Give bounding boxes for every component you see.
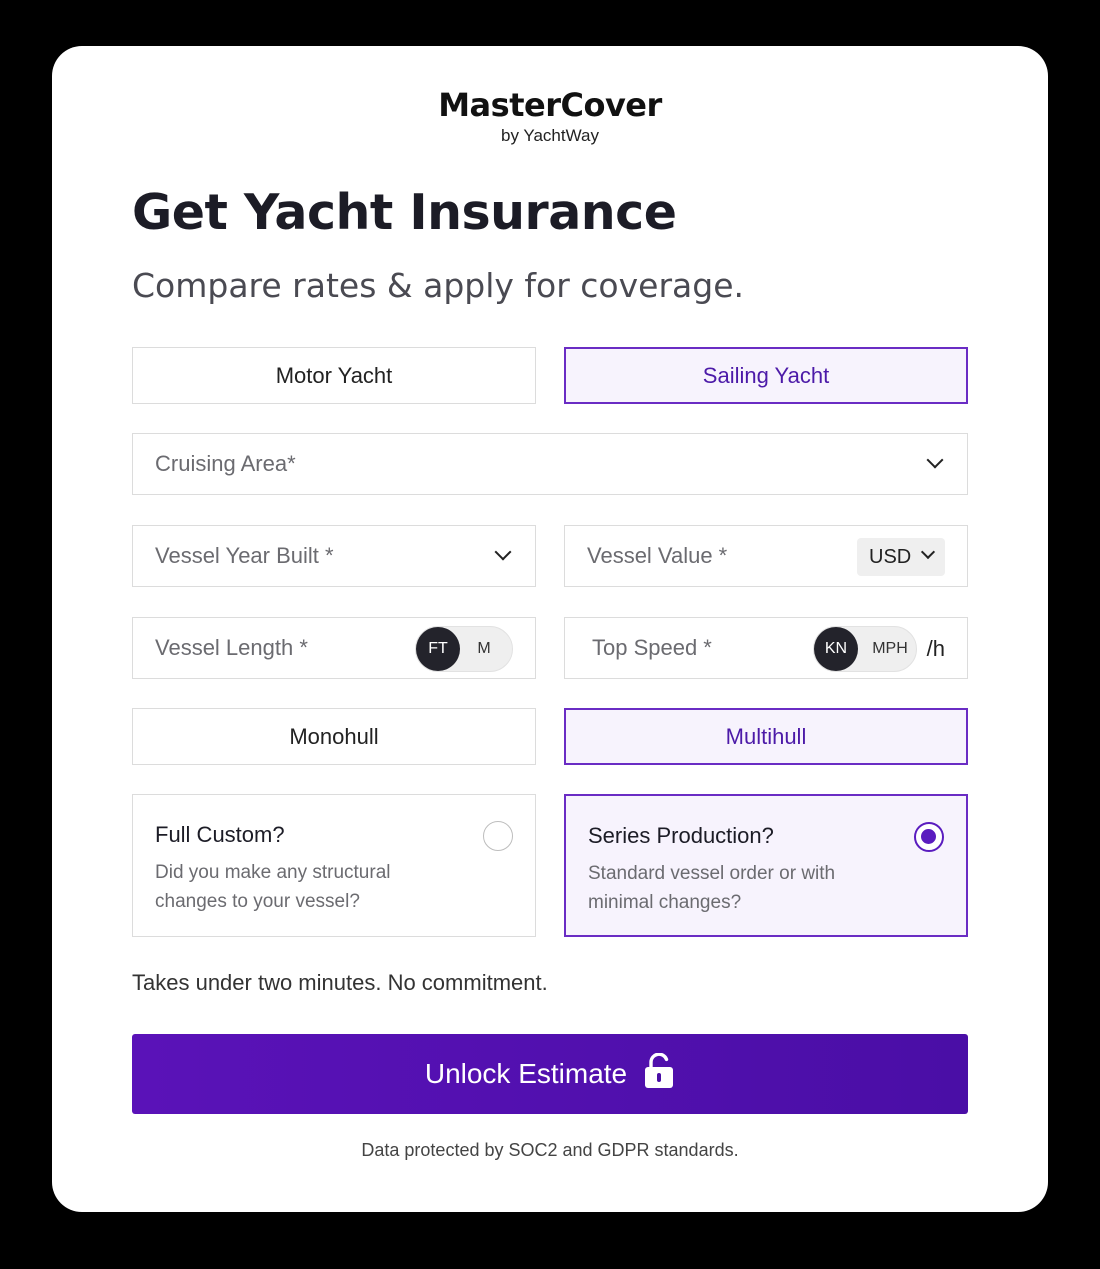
- series-production-title: Series Production?: [588, 823, 774, 848]
- multihull-option[interactable]: Multihull: [564, 708, 968, 765]
- cruising-area-placeholder: Cruising Area*: [155, 451, 296, 476]
- monohull-label: Monohull: [289, 723, 379, 749]
- unlock-estimate-label: Unlock Estimate: [424, 1058, 628, 1089]
- brand-tagline: by YachtWay: [501, 126, 599, 145]
- brand-name: MasterCover: [438, 86, 662, 124]
- unit-ft-option[interactable]: FT: [416, 627, 460, 671]
- full-custom-option[interactable]: Full Custom? Did you make any structural…: [132, 794, 536, 937]
- page-title: Get Yacht Insurance: [132, 184, 677, 241]
- cruising-area-select[interactable]: Cruising Area*: [132, 433, 968, 495]
- series-production-option[interactable]: Series Production? Standard vessel order…: [564, 794, 968, 937]
- monohull-option[interactable]: Monohull: [132, 708, 536, 765]
- full-custom-title: Full Custom?: [155, 822, 285, 847]
- vessel-value-input[interactable]: Vessel Value * USD: [564, 525, 968, 587]
- top-speed-input[interactable]: Top Speed * KN MPH /h: [564, 617, 968, 679]
- currency-select[interactable]: USD: [857, 538, 945, 576]
- sailing-yacht-option[interactable]: Sailing Yacht: [564, 347, 968, 404]
- full-custom-desc: Did you make any structural changes to y…: [155, 862, 391, 912]
- year-built-select[interactable]: Vessel Year Built *: [132, 525, 536, 587]
- form-card: MasterCover by YachtWay Get Yacht Insura…: [52, 46, 1048, 1212]
- year-built-placeholder: Vessel Year Built *: [155, 543, 334, 568]
- speed-unit-toggle[interactable]: KN MPH: [813, 626, 917, 672]
- vessel-value-placeholder: Vessel Value *: [587, 543, 728, 568]
- unlock-icon: [643, 1052, 675, 1096]
- unlock-estimate-button[interactable]: Unlock Estimate: [132, 1034, 968, 1114]
- full-custom-radio[interactable]: [483, 821, 513, 851]
- series-production-desc: Standard vessel order or with minimal ch…: [588, 863, 836, 913]
- series-production-radio[interactable]: [914, 822, 944, 852]
- length-unit-toggle[interactable]: FT M: [415, 626, 513, 672]
- sailing-yacht-label: Sailing Yacht: [702, 362, 830, 388]
- chevron-down-icon: [926, 451, 944, 469]
- speed-suffix: /h: [926, 636, 945, 661]
- chevron-down-icon: [494, 543, 512, 561]
- unit-m-option[interactable]: M: [462, 627, 506, 671]
- logo: MasterCover by YachtWay: [132, 86, 968, 146]
- vessel-length-input[interactable]: Vessel Length * FT M: [132, 617, 536, 679]
- unit-kn-option[interactable]: KN: [814, 627, 858, 671]
- motor-yacht-option[interactable]: Motor Yacht: [132, 347, 536, 404]
- unit-mph-option[interactable]: MPH: [864, 627, 916, 671]
- page-subtitle: Compare rates & apply for coverage.: [132, 266, 744, 305]
- motor-yacht-label: Motor Yacht: [275, 362, 393, 388]
- currency-value: USD: [869, 545, 912, 568]
- commitment-note: Takes under two minutes. No commitment.: [132, 970, 548, 995]
- security-footer: Data protected by SOC2 and GDPR standard…: [361, 1140, 739, 1160]
- chevron-down-icon: [920, 544, 936, 560]
- vessel-length-placeholder: Vessel Length *: [155, 635, 308, 660]
- top-speed-placeholder: Top Speed *: [592, 635, 712, 660]
- multihull-label: Multihull: [725, 723, 807, 749]
